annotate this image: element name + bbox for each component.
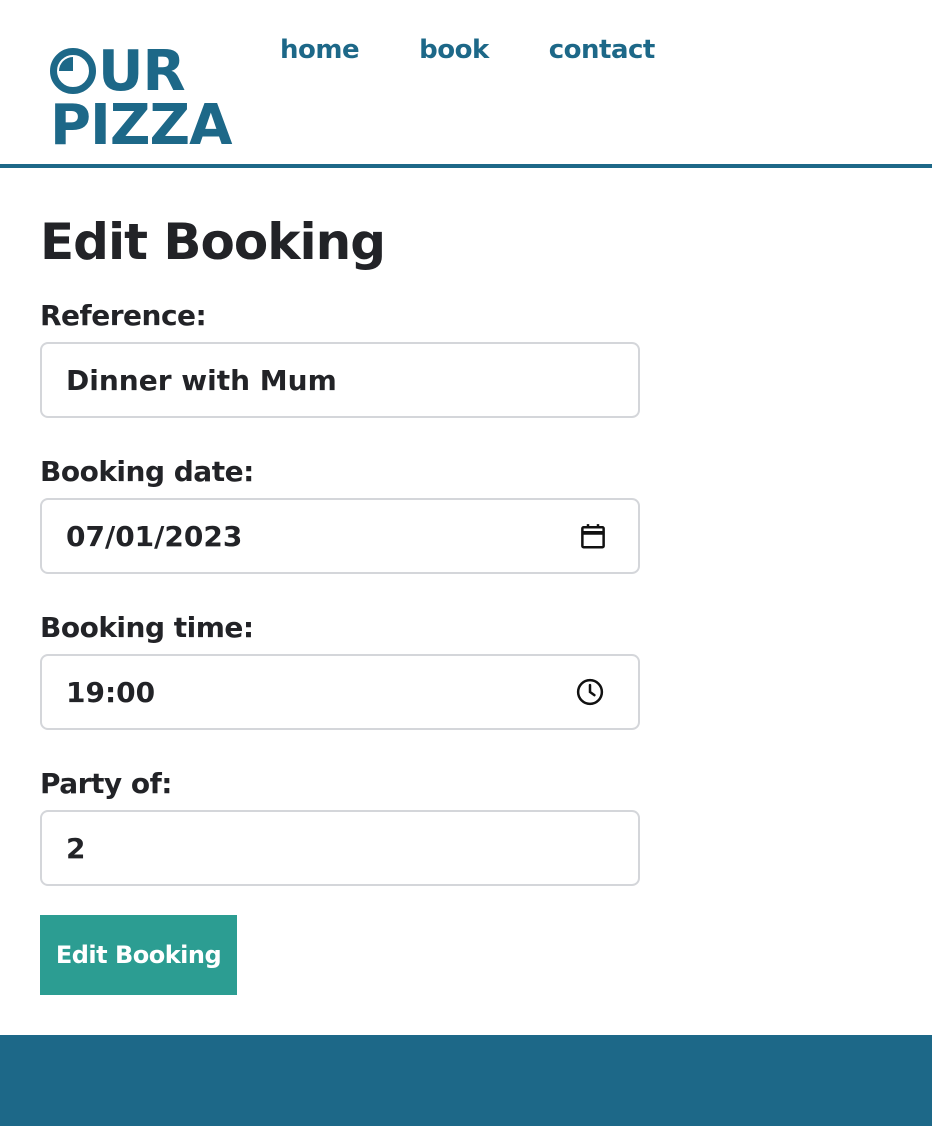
party-of-label: Party of: — [40, 767, 172, 800]
logo-line-1: UR — [50, 44, 228, 100]
booking-time-label: Booking time: — [40, 611, 254, 644]
nav-link-book[interactable]: book — [419, 30, 489, 70]
main-nav: home book contact — [280, 30, 715, 70]
edit-booking-button[interactable]: Edit Booking — [40, 915, 237, 995]
party-of-group: Party of: — [40, 766, 640, 886]
calendar-icon[interactable] — [578, 521, 608, 551]
nav-link-home[interactable]: home — [280, 30, 360, 70]
logo-o-mark — [50, 48, 96, 94]
party-of-field-box — [40, 810, 640, 886]
booking-date-input[interactable] — [42, 500, 638, 572]
nav-link-contact[interactable]: contact — [549, 30, 656, 70]
reference-label: Reference: — [40, 299, 207, 332]
party-of-input[interactable] — [42, 812, 638, 884]
reference-group: Reference: — [40, 298, 640, 418]
clock-icon[interactable] — [575, 677, 605, 707]
logo[interactable]: UR PIZZA — [50, 44, 232, 158]
booking-time-input[interactable] — [42, 656, 638, 728]
booking-time-group: Booking time: — [40, 610, 640, 730]
site-header: UR PIZZA home book contact — [0, 0, 932, 168]
reference-input[interactable] — [42, 344, 638, 416]
booking-date-label: Booking date: — [40, 455, 254, 488]
page-title: Edit Booking — [40, 213, 386, 271]
logo-line-2: PIZZA — [50, 93, 232, 158]
booking-time-field-box — [40, 654, 640, 730]
booking-date-field-box — [40, 498, 640, 574]
booking-date-group: Booking date: — [40, 454, 640, 574]
reference-field-box — [40, 342, 640, 418]
site-footer — [0, 1035, 932, 1126]
